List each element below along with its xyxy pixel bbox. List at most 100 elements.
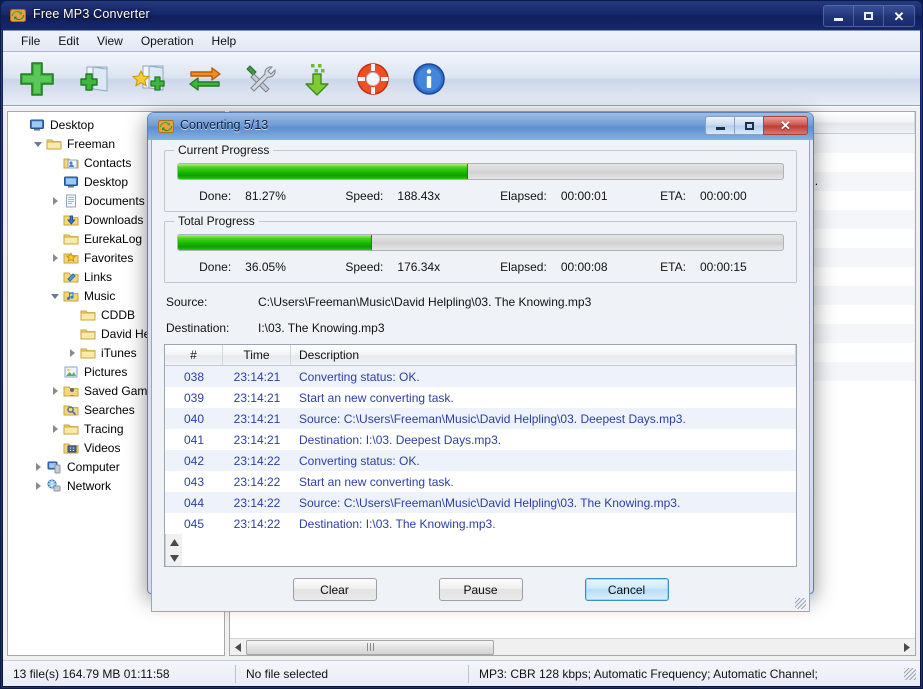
green-plus-icon <box>17 59 57 99</box>
log-row[interactable]: 03923:14:21Start an new converting task. <box>165 387 796 408</box>
log-row[interactable]: 04423:14:22Source: C:\Users\Freeman\Musi… <box>165 492 796 513</box>
log-row-number: 041 <box>165 429 223 450</box>
tree-node-label: Computer <box>67 460 120 474</box>
chevron-right-icon[interactable] <box>31 482 45 490</box>
tree-node-label: Desktop <box>50 118 94 132</box>
log-row[interactable]: 04223:14:22Converting status: OK. <box>165 450 796 471</box>
chevron-right-icon[interactable] <box>48 425 62 433</box>
log-vertical-scrollbar[interactable] <box>165 534 182 566</box>
log-row-description: Start an new converting task. <box>291 387 796 408</box>
folder-icon <box>62 231 80 247</box>
download-button[interactable] <box>295 57 339 101</box>
screwdriver-wrench-icon <box>241 59 281 99</box>
log-row-time: 23:14:22 <box>223 492 291 513</box>
cancel-button[interactable]: Cancel <box>585 578 669 601</box>
destination-row: Destination: I:\03. The Knowing.mp3 <box>166 321 797 335</box>
current-eta-label: ETA: <box>645 189 686 203</box>
total-speed-label: Speed: <box>329 260 383 274</box>
menu-view[interactable]: View <box>88 32 132 50</box>
convert-button[interactable] <box>183 57 227 101</box>
log-row-time: 23:14:21 <box>223 387 291 408</box>
log-row[interactable]: 04023:14:21Source: C:\Users\Freeman\Musi… <box>165 408 796 429</box>
app-convert-icon <box>10 7 26 23</box>
chevron-right-icon[interactable] <box>48 197 62 205</box>
chevron-right-icon[interactable] <box>48 387 62 395</box>
total-eta-label: ETA: <box>645 260 686 274</box>
chevron-right-icon[interactable] <box>31 463 45 471</box>
network-icon <box>45 478 63 494</box>
videos-icon <box>62 440 80 456</box>
log-row[interactable]: 04523:14:22Destination: I:\03. The Knowi… <box>165 513 796 534</box>
menu-operation[interactable]: Operation <box>132 32 203 50</box>
chevron-right-icon[interactable] <box>48 254 62 262</box>
current-speed-value: 188.43x <box>383 189 481 203</box>
log-row[interactable]: 04323:14:22Start an new converting task. <box>165 471 796 492</box>
folder-icon <box>62 421 80 437</box>
source-value: C:\Users\Freeman\Music\David Helpling\03… <box>258 295 797 309</box>
log-row-number: 045 <box>165 513 223 534</box>
dialog-maximize-button[interactable] <box>734 116 763 135</box>
log-row-time: 23:14:22 <box>223 471 291 492</box>
add-favorites-button[interactable] <box>127 57 171 101</box>
contacts-icon <box>62 155 80 171</box>
support-button[interactable] <box>351 57 395 101</box>
tree-node-label: Videos <box>84 441 120 455</box>
log-column-description[interactable]: Description <box>291 345 796 365</box>
window-maximize-button[interactable] <box>854 6 884 26</box>
log-column-time[interactable]: Time <box>223 345 291 365</box>
file-list-horizontal-scrollbar[interactable] <box>230 638 915 655</box>
destination-value: I:\03. The Knowing.mp3 <box>258 321 797 335</box>
chevron-down-icon[interactable] <box>31 141 45 146</box>
log-row-number: 038 <box>165 366 223 387</box>
left-arrow-icon[interactable] <box>230 640 246 655</box>
favorites-icon <box>62 250 80 266</box>
menubar: File Edit View Operation Help <box>3 30 920 52</box>
pause-button[interactable]: Pause <box>439 578 523 601</box>
up-arrow-icon[interactable] <box>166 534 182 550</box>
status-selection: No file selected <box>236 661 468 686</box>
add-files-button[interactable] <box>15 57 59 101</box>
chevron-down-icon[interactable] <box>48 293 62 298</box>
dialog-close-button[interactable]: ✕ <box>763 116 808 135</box>
dialog-minimize-button[interactable] <box>705 116 734 135</box>
hscroll-thumb[interactable] <box>246 640 494 655</box>
dialog-resize-grip-icon[interactable] <box>795 598 806 609</box>
current-done-value: 81.27% <box>231 189 329 203</box>
window-close-button[interactable]: ✕ <box>884 6 914 26</box>
right-arrow-icon[interactable] <box>899 640 915 655</box>
log-column-number[interactable]: # <box>165 345 223 365</box>
saved-games-icon <box>62 383 80 399</box>
hscroll-track[interactable] <box>246 640 899 655</box>
log-list[interactable]: # Time Description 03823:14:21Converting… <box>164 344 797 567</box>
log-row[interactable]: 04123:14:21Destination: I:\03. Deepest D… <box>165 429 796 450</box>
log-row-description: Destination: I:\03. The Knowing.mp3. <box>291 513 796 534</box>
clear-button[interactable]: Clear <box>293 578 377 601</box>
log-row-number: 044 <box>165 492 223 513</box>
menu-help[interactable]: Help <box>203 32 246 50</box>
window-title: Free MP3 Converter <box>33 7 150 21</box>
current-progress-group: Current Progress Done: 81.27% Speed: 188… <box>164 150 797 212</box>
searches-icon <box>62 402 80 418</box>
menu-edit[interactable]: Edit <box>49 32 88 50</box>
add-folder-button[interactable] <box>71 57 115 101</box>
log-row-description: Converting status: OK. <box>291 366 796 387</box>
window-minimize-button[interactable] <box>824 6 854 26</box>
total-progress-bar <box>177 234 784 251</box>
menu-file[interactable]: File <box>12 32 49 50</box>
folder-icon <box>79 307 97 323</box>
resize-grip-icon[interactable] <box>904 668 916 680</box>
chevron-right-icon[interactable] <box>65 349 79 357</box>
source-row: Source: C:\Users\Freeman\Music\David Hel… <box>166 295 797 309</box>
total-progress-label: Total Progress <box>174 214 259 228</box>
down-arrow-icon[interactable] <box>166 550 182 566</box>
tree-node-label: Links <box>84 270 112 284</box>
about-button[interactable] <box>407 57 451 101</box>
current-eta-value: 00:00:00 <box>686 189 784 203</box>
log-row-time: 23:14:22 <box>223 450 291 471</box>
tree-node-label: Freeman <box>67 137 115 151</box>
total-progress-stats: Done: 36.05% Speed: 176.34x Elapsed: 00:… <box>177 260 784 274</box>
total-progress-fill <box>178 235 372 250</box>
log-row-time: 23:14:21 <box>223 429 291 450</box>
settings-button[interactable] <box>239 57 283 101</box>
log-row[interactable]: 03823:14:21Converting status: OK. <box>165 366 796 387</box>
